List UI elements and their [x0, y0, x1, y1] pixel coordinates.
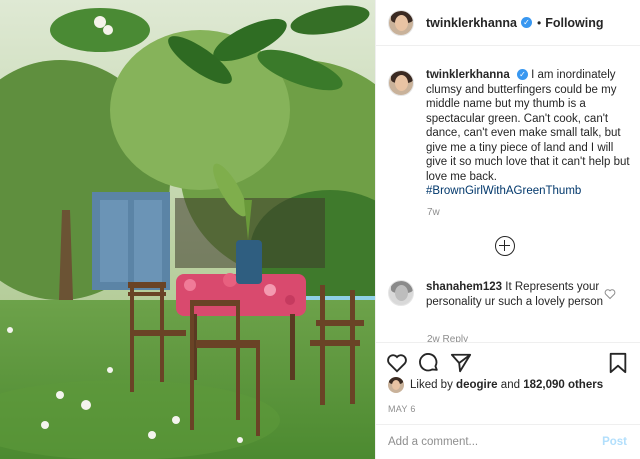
liker-avatar[interactable] [388, 377, 404, 393]
liker-username[interactable]: deogire [456, 379, 498, 391]
comment-username[interactable]: shanahem123 [426, 281, 502, 293]
post-comment-button[interactable]: Post [602, 436, 627, 448]
author-username[interactable]: twinklerkhanna [426, 16, 517, 30]
likes-prefix: Liked by [410, 379, 453, 391]
add-comment-bar: Add a comment... Post [376, 424, 640, 459]
likes-joiner: and [500, 379, 520, 391]
comment-meta: 2w Reply [427, 334, 469, 342]
likes-count[interactable]: 182,090 others [523, 379, 603, 391]
caption-time: 7w [427, 207, 440, 218]
comment-input[interactable]: Add a comment... [388, 436, 478, 448]
likes-text: Liked by deogire and 182,090 others [410, 379, 603, 391]
post-image[interactable] [0, 0, 375, 459]
bookmark-icon[interactable] [607, 352, 629, 374]
action-bar [376, 342, 640, 381]
verified-badge-icon: ✓ [516, 69, 528, 81]
caption-username[interactable]: twinklerkhanna [426, 69, 510, 81]
post-date: MAY 6 [388, 404, 416, 414]
verified-badge-icon: ✓ [521, 17, 532, 28]
caption-hashtag[interactable]: #BrownGirlWithAGreenThumb [426, 185, 581, 197]
post-header: twinklerkhanna ✓ • Following [376, 0, 640, 46]
caption-avatar[interactable] [388, 70, 414, 96]
post-caption: twinklerkhanna ✓ I am inordinately clums… [388, 68, 633, 199]
post-details-panel: twinklerkhanna ✓ • Following twinklerkha… [375, 0, 640, 459]
commenter-avatar[interactable] [388, 280, 414, 306]
author-avatar[interactable] [388, 9, 414, 36]
heart-outline-icon[interactable] [604, 288, 616, 300]
following-button[interactable]: Following [545, 16, 603, 30]
caption-text: I am inordinately clumsy and butterfinge… [426, 69, 630, 183]
plus-circle-icon[interactable] [495, 236, 515, 256]
garden-photo [0, 0, 375, 459]
comment-item: shanahem123 It Represents your personali… [388, 280, 633, 309]
likes-summary: Liked by deogire and 182,090 others [388, 377, 603, 393]
caption-body: twinklerkhanna ✓ I am inordinately clums… [426, 68, 633, 199]
header-separator: • [537, 15, 542, 30]
comment-body: shanahem123 It Represents your personali… [426, 280, 606, 309]
comment-bubble-icon[interactable] [418, 352, 440, 374]
heart-icon[interactable] [386, 352, 408, 374]
paper-plane-icon[interactable] [450, 352, 472, 374]
